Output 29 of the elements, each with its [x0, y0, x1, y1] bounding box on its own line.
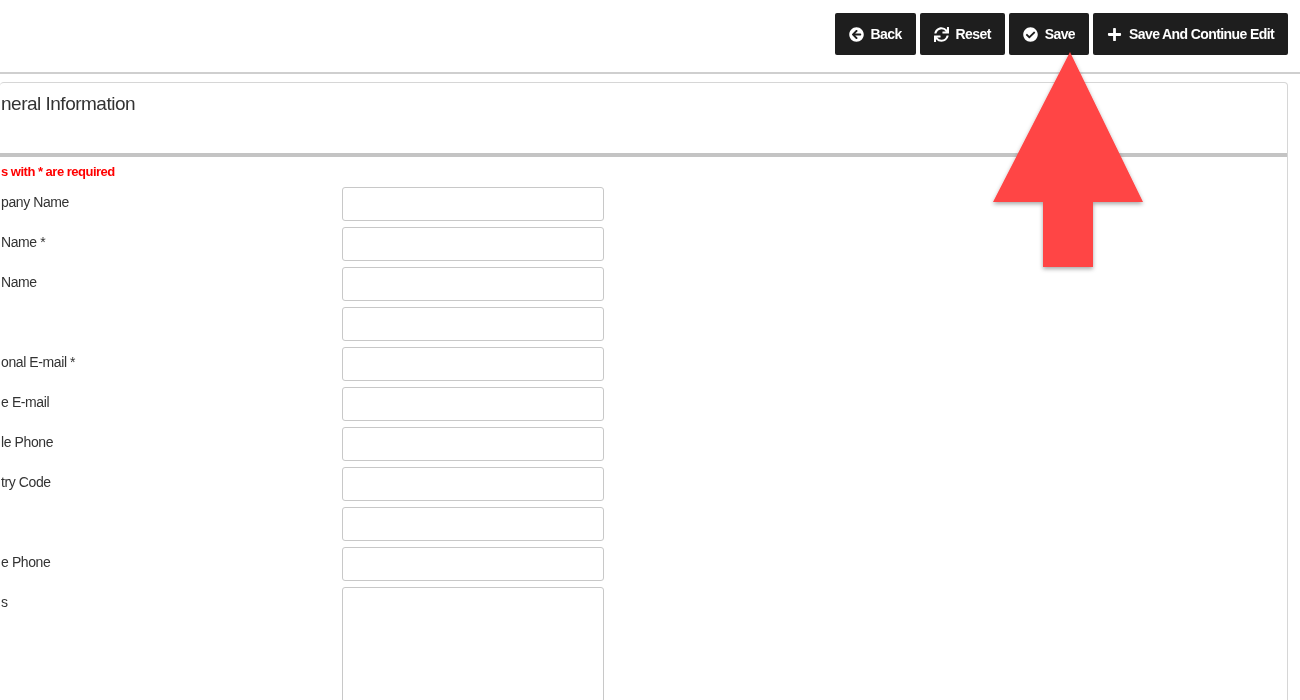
- save-continue-button[interactable]: Save And Continue Edit: [1093, 13, 1288, 55]
- field-label: e Phone: [0, 553, 52, 570]
- required-note: s with * are required: [0, 163, 116, 180]
- field-label: onal E-mail *: [0, 353, 77, 370]
- panel-title: neral Information: [0, 92, 137, 116]
- input-field[interactable]: [342, 387, 604, 421]
- input-field[interactable]: [342, 187, 604, 221]
- input-field[interactable]: [342, 547, 604, 581]
- field-label: pany Name: [0, 193, 70, 210]
- up-arrow-icon: [993, 52, 1143, 267]
- save-button[interactable]: Save: [1008, 13, 1090, 55]
- field-label: le Phone: [0, 433, 55, 450]
- reset-button[interactable]: Reset: [919, 13, 1005, 55]
- input-field[interactable]: [342, 507, 604, 541]
- refresh-icon: [933, 26, 949, 42]
- field-label: try Code: [0, 473, 52, 490]
- input-field[interactable]: [342, 307, 604, 341]
- textarea-field[interactable]: [342, 587, 604, 700]
- input-field[interactable]: [342, 267, 604, 301]
- input-field[interactable]: [342, 427, 604, 461]
- input-field[interactable]: [342, 227, 604, 261]
- plus-icon: [1107, 26, 1123, 42]
- field-label: e E-mail: [0, 393, 51, 410]
- input-field[interactable]: [342, 467, 604, 501]
- input-field[interactable]: [342, 347, 604, 381]
- back-button[interactable]: Back: [834, 13, 916, 55]
- field-label: s: [0, 593, 9, 610]
- field-label: Name: [0, 273, 38, 290]
- field-label: Name *: [0, 233, 47, 250]
